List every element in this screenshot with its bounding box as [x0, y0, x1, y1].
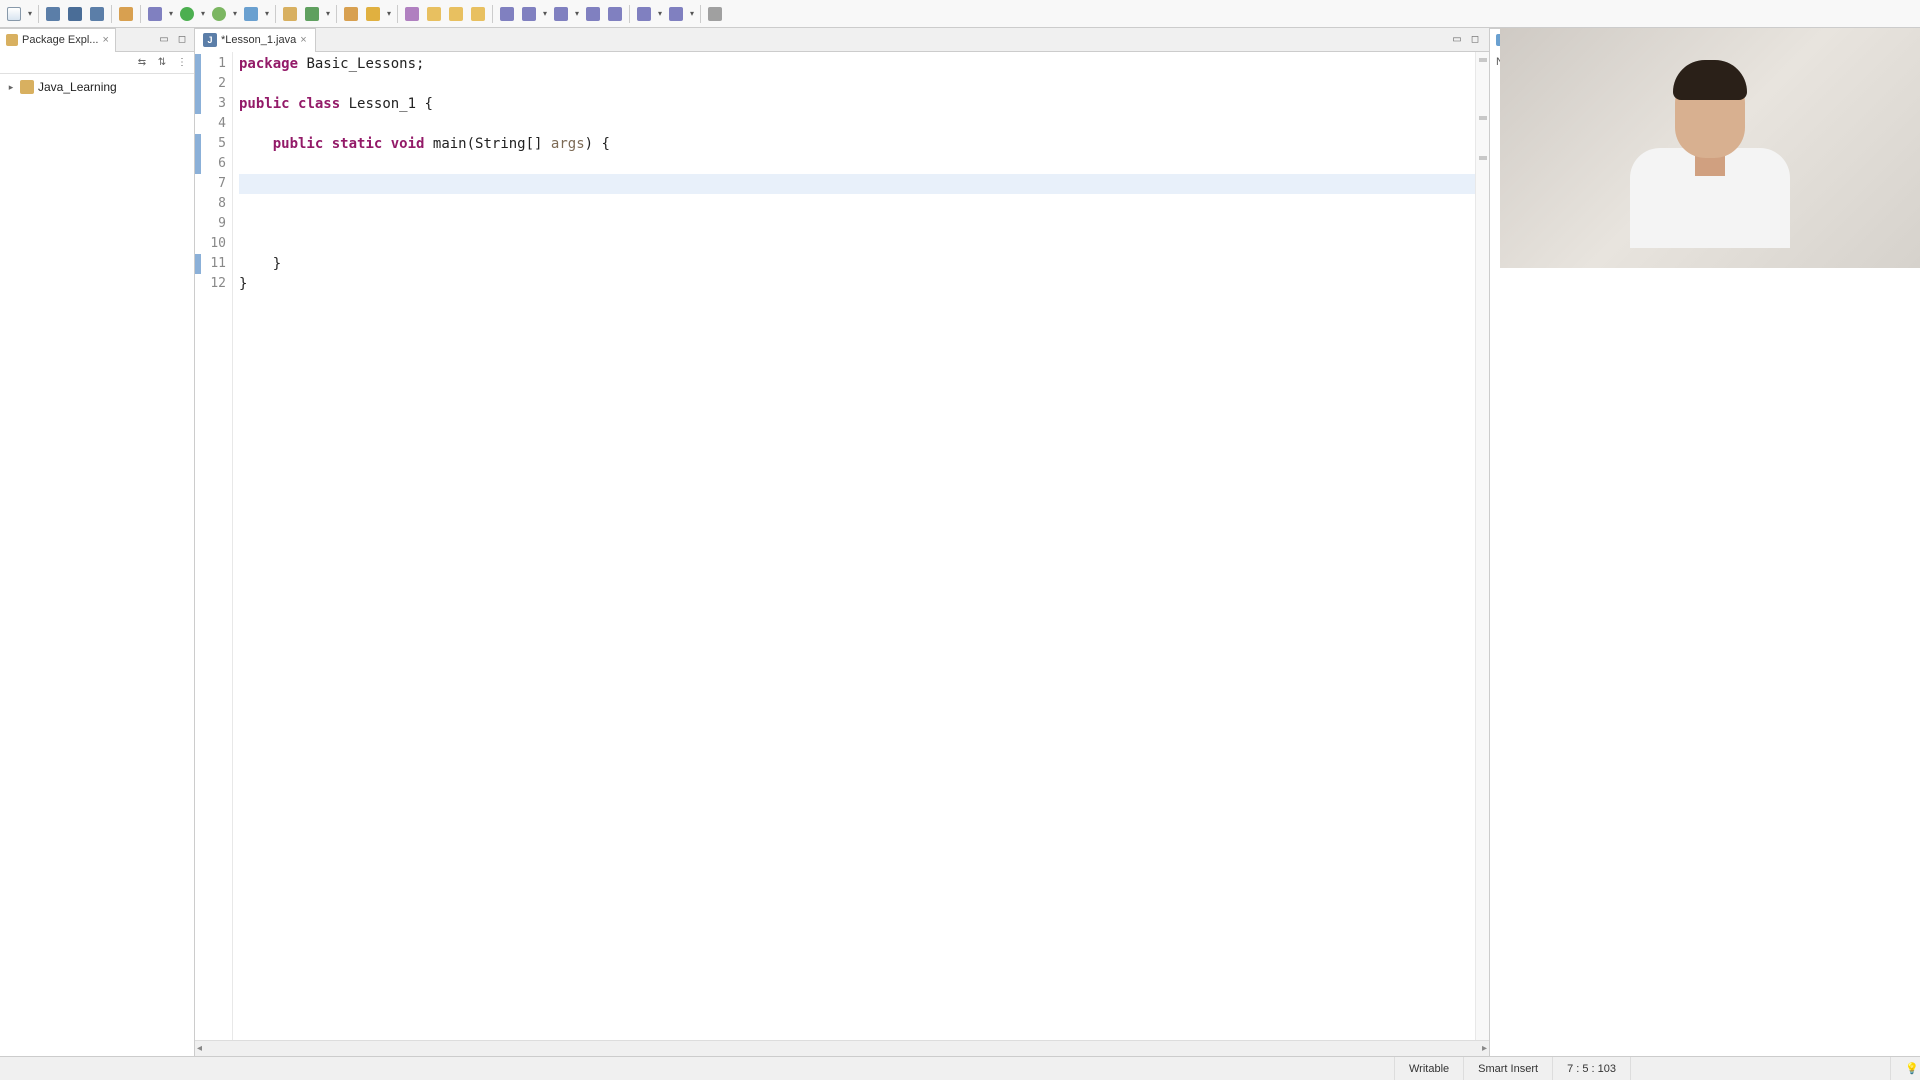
toggle-ws-button[interactable]: [468, 4, 488, 24]
minimize-view-button[interactable]: ▭: [156, 32, 172, 48]
pin-editor-button[interactable]: [705, 4, 725, 24]
search-button[interactable]: [363, 4, 383, 24]
project-tree: ▸ Java_Learning: [0, 74, 194, 1056]
link-editor-button[interactable]: ⇅: [154, 55, 170, 71]
fwd-history-button[interactable]: [666, 4, 686, 24]
java-project-icon: [20, 80, 34, 94]
back-history-dropdown[interactable]: ▾: [656, 9, 664, 18]
new-dropdown[interactable]: ▾: [26, 9, 34, 18]
view-menu-button[interactable]: ⋮: [174, 55, 190, 71]
package-explorer-tab[interactable]: Package Expl... ×: [0, 28, 116, 52]
refresh-dropdown[interactable]: ▾: [324, 9, 332, 18]
maximize-view-button[interactable]: ◻: [174, 32, 190, 48]
print-button[interactable]: [87, 4, 107, 24]
wizard-button[interactable]: [402, 4, 422, 24]
status-empty: [1630, 1057, 1890, 1080]
status-cursor-position: 7 : 5 : 103: [1552, 1057, 1630, 1080]
status-writable: Writable: [1394, 1057, 1463, 1080]
fwd-history-dropdown[interactable]: ▾: [688, 9, 696, 18]
debug-menu-button[interactable]: [145, 4, 165, 24]
line-number-gutter: 123456789101112: [195, 52, 233, 1040]
editor-tab-title: *Lesson_1.java: [221, 34, 296, 46]
search-dropdown[interactable]: ▾: [385, 9, 393, 18]
maximize-editor-button[interactable]: ◻: [1467, 32, 1483, 48]
new-package-button[interactable]: [280, 4, 300, 24]
save-all-button[interactable]: [65, 4, 85, 24]
editor-horizontal-scrollbar[interactable]: ◂ ▸: [195, 1040, 1489, 1056]
scroll-right-icon[interactable]: ▸: [1482, 1043, 1487, 1054]
last-edit-dropdown[interactable]: ▾: [573, 9, 581, 18]
link-button[interactable]: [116, 4, 136, 24]
back-history-button[interactable]: [634, 4, 654, 24]
status-tip-icon[interactable]: 💡: [1890, 1057, 1920, 1080]
person-silhouette: [1630, 48, 1790, 248]
collapse-all-button[interactable]: ⇆: [134, 55, 150, 71]
editor-tab[interactable]: J *Lesson_1.java ×: [195, 28, 316, 52]
new-button[interactable]: [4, 4, 24, 24]
open-type-button[interactable]: [341, 4, 361, 24]
editor-tabbar: J *Lesson_1.java × ▭ ◻: [195, 28, 1489, 52]
close-icon[interactable]: ×: [300, 34, 306, 46]
close-icon[interactable]: ×: [102, 34, 108, 46]
run-dropdown[interactable]: ▾: [199, 9, 207, 18]
package-explorer-view: Package Expl... × ▭ ◻ ⇆ ⇅ ⋮ ▸ Java_Learn…: [0, 28, 195, 1056]
annotation-dropdown[interactable]: ▾: [541, 9, 549, 18]
ext-tools-button[interactable]: [241, 4, 261, 24]
package-icon: [6, 34, 18, 46]
toggle-mark-button[interactable]: [424, 4, 444, 24]
java-file-icon: J: [203, 33, 217, 47]
debug-dropdown[interactable]: ▾: [167, 9, 175, 18]
forward-button[interactable]: [605, 4, 625, 24]
workbench: Package Expl... × ▭ ◻ ⇆ ⇅ ⋮ ▸ Java_Learn…: [0, 28, 1920, 1056]
status-insert-mode: Smart Insert: [1463, 1057, 1552, 1080]
package-explorer-title: Package Expl...: [22, 34, 98, 46]
coverage-button[interactable]: [209, 4, 229, 24]
minimize-editor-button[interactable]: ▭: [1449, 32, 1465, 48]
status-bar: Writable Smart Insert 7 : 5 : 103 💡: [0, 1056, 1920, 1080]
package-explorer-toolbar: ⇆ ⇅ ⋮: [0, 52, 194, 74]
scroll-left-icon[interactable]: ◂: [197, 1043, 202, 1054]
editor-area: J *Lesson_1.java × ▭ ◻ 123456789101112 p…: [195, 28, 1490, 1056]
tree-item-label: Java_Learning: [38, 80, 117, 94]
tree-item-project[interactable]: ▸ Java_Learning: [0, 78, 194, 96]
ext-tools-dropdown[interactable]: ▾: [263, 9, 271, 18]
main-toolbar: ▾ ▾ ▾ ▾ ▾ ▾ ▾ ▾ ▾ ▾ ▾: [0, 0, 1920, 28]
chevron-right-icon[interactable]: ▸: [6, 82, 16, 93]
back-button[interactable]: [583, 4, 603, 24]
code-editor[interactable]: 123456789101112 package Basic_Lessons;pu…: [195, 52, 1489, 1040]
prev-annotation-button[interactable]: [519, 4, 539, 24]
overview-ruler[interactable]: [1475, 52, 1489, 1040]
toggle-block-button[interactable]: [446, 4, 466, 24]
refresh-button[interactable]: [302, 4, 322, 24]
last-edit-button[interactable]: [551, 4, 571, 24]
package-explorer-tabbar: Package Expl... × ▭ ◻: [0, 28, 194, 52]
webcam-overlay: [1500, 28, 1920, 268]
coverage-dropdown[interactable]: ▾: [231, 9, 239, 18]
save-button[interactable]: [43, 4, 63, 24]
run-button[interactable]: [177, 4, 197, 24]
code-content[interactable]: package Basic_Lessons;public class Lesso…: [233, 52, 1475, 1040]
next-annotation-button[interactable]: [497, 4, 517, 24]
